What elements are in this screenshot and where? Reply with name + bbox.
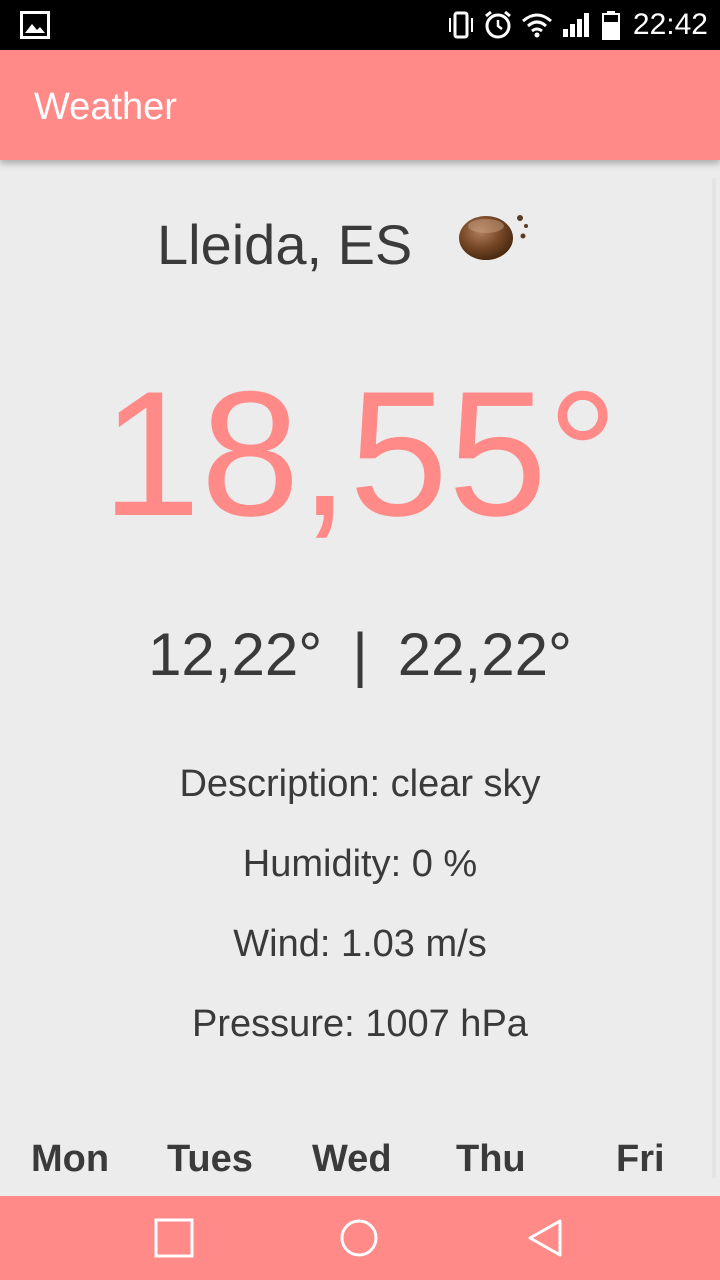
clear-night-moon-icon (459, 215, 528, 260)
forecast-day-thu[interactable]: Thu (456, 1138, 526, 1181)
app-bar: Weather (0, 50, 720, 160)
battery-icon (601, 11, 620, 40)
status-icons: 22:42 (447, 0, 708, 50)
min-max-separator: | (352, 621, 368, 688)
weather-content[interactable]: Lleida, ES 18,55° 12,22° | 22,22° Descript… (0, 160, 720, 1196)
gallery-icon (20, 11, 50, 39)
description-text: Description: clear sky (179, 763, 541, 805)
status-clock: 22:42 (632, 8, 708, 41)
alarm-icon (484, 10, 511, 39)
max-temperature: 22,22° (397, 621, 572, 688)
navigation-bar (0, 1196, 720, 1280)
current-temperature: 18,55° (101, 354, 619, 553)
forecast-day-tues[interactable]: Tues (167, 1138, 253, 1181)
min-temperature: 12,22° (148, 621, 323, 688)
forecast-day-mon[interactable]: Mon (31, 1138, 109, 1181)
vibrate-icon (448, 11, 473, 39)
city-name: Lleida, ES (157, 213, 413, 276)
recents-icon[interactable] (152, 1216, 196, 1260)
forecast-days: Mon Tues Wed Thu Fri (0, 1138, 720, 1188)
home-icon[interactable] (337, 1216, 381, 1260)
location-row: Lleida, ES (0, 208, 720, 278)
pressure-text: Pressure: 1007 hPa (192, 1003, 528, 1045)
wifi-icon (521, 13, 552, 38)
forecast-day-wed[interactable]: Wed (312, 1138, 392, 1181)
app-title: Weather (34, 86, 177, 128)
forecast-day-fri[interactable]: Fri (616, 1138, 665, 1181)
wind-text: Wind: 1.03 m/s (233, 923, 487, 965)
min-max-temperature: 12,22° | 22,22° (0, 620, 720, 689)
back-icon[interactable] (524, 1216, 568, 1260)
signal-icon (562, 13, 589, 37)
humidity-text: Humidity: 0 % (242, 843, 478, 885)
status-bar: 22:42 (0, 0, 720, 50)
